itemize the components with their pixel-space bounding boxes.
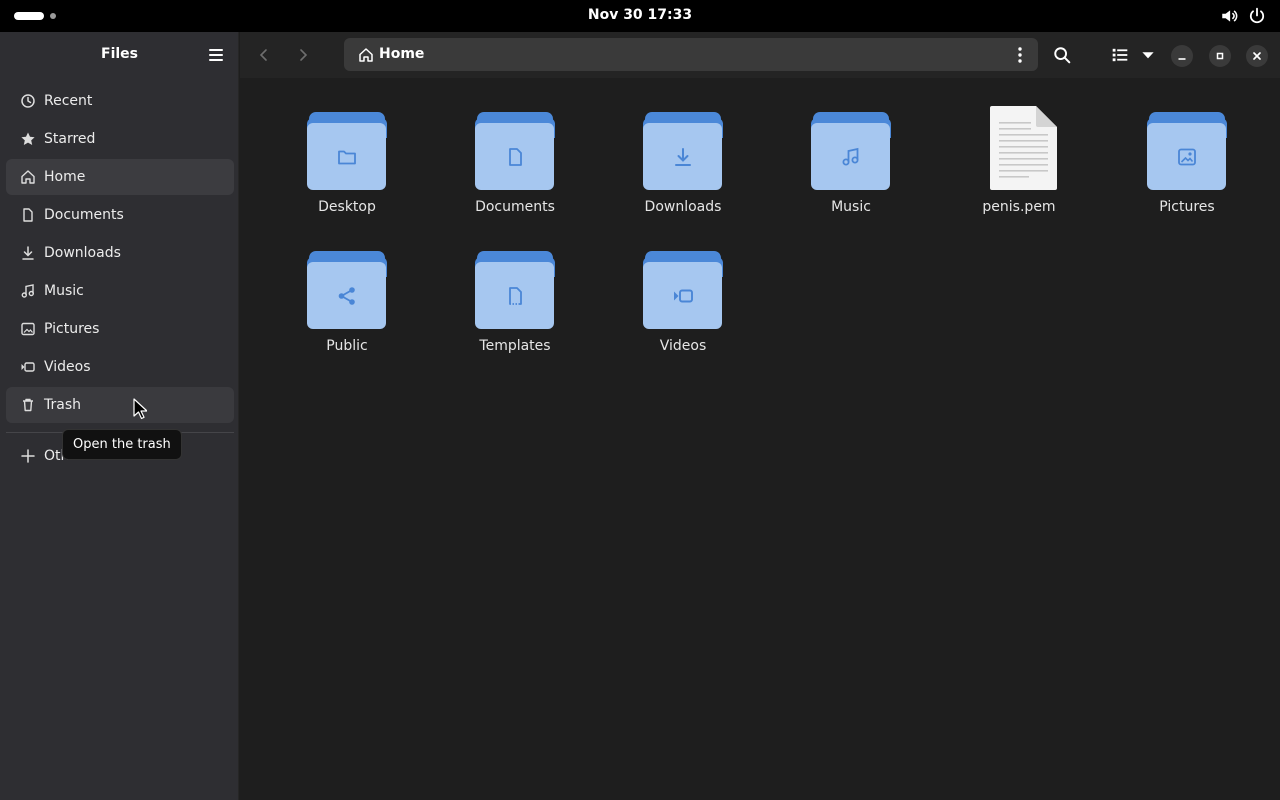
file-label: Templates [479,338,551,354]
download-icon [675,148,691,166]
sidebar-item-trash[interactable]: Trash [6,387,234,423]
minimize-button[interactable] [1171,45,1193,67]
plus-icon [20,448,36,464]
music-icon [842,147,859,166]
file-item-desktop[interactable]: Desktop [263,106,431,245]
file-label: Pictures [1159,199,1215,215]
folder-icon [643,245,723,333]
maximize-button[interactable] [1209,45,1231,67]
home-icon [359,48,373,62]
clock-icon [20,93,36,109]
file-item-pictures[interactable]: Pictures [1103,106,1271,245]
places-list: Recent Starred Home Documents Downloads … [6,83,234,425]
chevron-left-icon [259,49,267,61]
file-item-templates[interactable]: Templates [431,245,599,384]
back-button[interactable] [253,44,275,66]
sidebar-item-home[interactable]: Home [6,159,234,195]
sidebar-item-label: Home [44,169,86,185]
file-grid: Desktop Documents Downloads Music penis.… [263,106,1273,384]
files-window: Files Recent Starred Home Documents Down… [0,32,1280,800]
path-location[interactable]: Home [379,46,424,62]
path-bar[interactable]: Home [344,38,1038,71]
document-icon [509,148,522,166]
file-label: Downloads [644,199,722,215]
sidebar-item-label: Downloads [44,245,121,261]
top-bar: Nov 30 17:33 [0,0,1280,32]
file-label: Public [326,338,368,354]
folder-icon [475,106,555,194]
music-icon [20,283,36,299]
picture-icon [20,321,36,337]
sidebar-item-label: Music [44,283,84,299]
maximize-icon [1216,52,1224,60]
folder-icon [811,106,891,194]
star-icon [20,131,36,147]
trash-tooltip: Open the trash [62,429,182,460]
sidebar-item-label: Documents [44,207,124,223]
folder-icon [643,106,723,194]
header-bar: Home [240,32,1280,78]
home-icon [20,169,36,185]
file-item-music[interactable]: Music [767,106,935,245]
volume-icon[interactable] [1220,7,1238,25]
sidebar-item-label: Pictures [44,321,100,337]
power-icon[interactable] [1248,7,1266,25]
sidebar: Files Recent Starred Home Documents Down… [0,32,239,800]
main-menu-icon[interactable] [206,45,226,65]
app-title: Files [101,46,138,62]
file-item-penis-pem[interactable]: penis.pem [935,106,1103,245]
system-tray[interactable] [1220,7,1266,25]
file-label: Documents [475,199,555,215]
close-button[interactable] [1246,45,1268,67]
file-label: Music [831,199,871,215]
search-icon [1054,47,1071,64]
chevron-down-icon [1142,52,1154,59]
download-icon [20,245,36,261]
file-item-public[interactable]: Public [263,245,431,384]
sidebar-item-label: Starred [44,131,96,147]
folder-icon [307,106,387,194]
sidebar-header: Files [0,32,238,78]
sidebar-item-videos[interactable]: Videos [6,349,234,385]
sidebar-item-label: Videos [44,359,91,375]
video-icon [20,359,36,375]
file-item-videos[interactable]: Videos [599,245,767,384]
document-icon [20,207,36,223]
more-options-icon[interactable] [1012,46,1028,64]
list-view-icon [1112,48,1128,62]
file-label: penis.pem [982,199,1056,215]
picture-icon [1178,148,1196,166]
text-file-icon [979,106,1059,194]
trash-icon [20,397,36,413]
view-mode-button[interactable] [1109,44,1131,66]
video-icon [674,289,693,303]
folder-icon [475,245,555,333]
file-label: Videos [659,338,707,354]
mouse-pointer-icon [133,398,147,420]
close-icon [1253,52,1261,60]
share-icon [338,287,355,305]
sidebar-item-downloads[interactable]: Downloads [6,235,234,271]
sidebar-item-starred[interactable]: Starred [6,121,234,157]
folder-icon [1147,106,1227,194]
sidebar-item-documents[interactable]: Documents [6,197,234,233]
forward-button[interactable] [292,44,314,66]
desktop-icon [338,150,356,165]
search-button[interactable] [1051,44,1073,66]
file-label: Desktop [318,199,376,215]
folder-icon [307,245,387,333]
clock[interactable]: Nov 30 17:33 [0,7,1280,23]
chevron-right-icon [300,49,308,61]
minimize-icon [1178,58,1186,60]
file-view[interactable]: Desktop Documents Downloads Music penis.… [240,78,1280,800]
template-icon [509,287,522,305]
file-item-downloads[interactable]: Downloads [599,106,767,245]
sidebar-item-label: Trash [44,397,81,413]
sidebar-item-music[interactable]: Music [6,273,234,309]
view-options-button[interactable] [1137,44,1159,66]
sidebar-item-label: Recent [44,93,93,109]
file-item-documents[interactable]: Documents [431,106,599,245]
sidebar-item-recent[interactable]: Recent [6,83,234,119]
sidebar-item-pictures[interactable]: Pictures [6,311,234,347]
